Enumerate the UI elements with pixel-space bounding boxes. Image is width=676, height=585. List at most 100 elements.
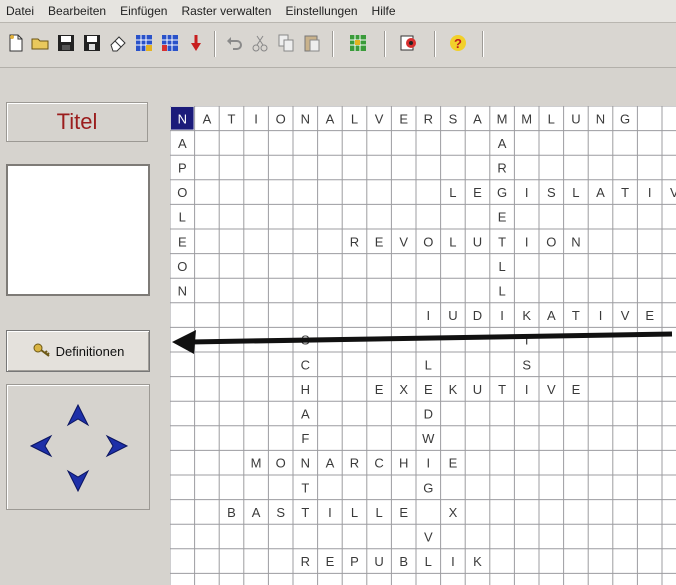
grid-letter[interactable]: A [473, 111, 482, 126]
grid-letter[interactable]: I [451, 554, 455, 569]
grid-letter[interactable]: N [178, 111, 187, 126]
grid-letter[interactable]: L [449, 185, 456, 200]
grid-alt-icon[interactable] [158, 31, 182, 55]
grid-letter[interactable]: R [350, 456, 359, 471]
grid-letter[interactable]: I [525, 234, 529, 249]
arrow-right-icon[interactable] [101, 431, 131, 461]
grid-letter[interactable]: I [254, 111, 258, 126]
grid-letter[interactable]: E [645, 308, 654, 323]
menu-einstellungen[interactable]: Einstellungen [285, 4, 357, 18]
grid-letter[interactable]: N [301, 111, 310, 126]
grid-letter[interactable]: V [424, 530, 433, 545]
arrow-down-icon[interactable] [63, 465, 93, 495]
pin-icon[interactable] [184, 31, 208, 55]
grid-letter[interactable]: R [350, 234, 359, 249]
grid-letter[interactable]: L [351, 505, 358, 520]
grid-letter[interactable]: E [326, 554, 335, 569]
grid-letter[interactable]: K [449, 382, 458, 397]
grid-letter[interactable]: U [473, 382, 482, 397]
grid-letter[interactable]: S [276, 505, 285, 520]
grid-letter[interactable]: E [498, 210, 507, 225]
grid-letter[interactable]: X [449, 505, 458, 520]
grid-letter[interactable]: I [426, 308, 430, 323]
menu-raster-verwalten[interactable]: Raster verwalten [181, 4, 271, 18]
new-document-icon[interactable] [4, 31, 28, 55]
export-icon[interactable] [396, 31, 420, 55]
grid-letter[interactable]: T [621, 185, 629, 200]
grid-letter[interactable]: T [498, 382, 506, 397]
grid-icon[interactable] [132, 31, 156, 55]
puzzle-grid-icon[interactable] [346, 31, 370, 55]
grid-letter[interactable]: N [178, 284, 187, 299]
grid-letter[interactable]: E [572, 382, 581, 397]
undo-icon[interactable] [222, 31, 246, 55]
grid-letter[interactable]: G [423, 480, 433, 495]
grid-letter[interactable]: V [399, 234, 408, 249]
grid-letter[interactable]: L [498, 284, 505, 299]
grid-letter[interactable]: O [546, 234, 556, 249]
grid-letter[interactable]: T [301, 505, 309, 520]
grid-letter[interactable]: S [301, 333, 310, 348]
cut-icon[interactable] [248, 31, 272, 55]
grid-letter[interactable]: A [596, 185, 605, 200]
grid-letter[interactable]: R [497, 161, 506, 176]
grid-letter[interactable]: A [326, 456, 335, 471]
arrow-left-icon[interactable] [27, 431, 57, 461]
grid-letter[interactable]: E [375, 234, 384, 249]
arrow-up-icon[interactable] [63, 401, 93, 431]
grid-letter[interactable]: I [648, 185, 652, 200]
grid-letter[interactable]: R [301, 554, 310, 569]
grid-letter[interactable]: E [424, 382, 433, 397]
eraser-icon[interactable] [106, 31, 130, 55]
grid-letter[interactable]: K [473, 554, 482, 569]
grid-letter[interactable]: U [571, 111, 580, 126]
grid-letter[interactable]: L [179, 210, 186, 225]
grid-letter[interactable]: H [301, 382, 310, 397]
grid-letter[interactable]: L [425, 357, 432, 372]
grid-letter[interactable]: M [251, 456, 262, 471]
grid-letter[interactable]: U [374, 554, 383, 569]
grid-letter[interactable]: N [571, 234, 580, 249]
title-field[interactable]: Titel [6, 102, 148, 142]
grid-letter[interactable]: O [177, 259, 187, 274]
grid-letter[interactable]: T [301, 480, 309, 495]
grid-letter[interactable]: B [399, 554, 408, 569]
menu-einfuegen[interactable]: Einfügen [120, 4, 167, 18]
grid-letter[interactable]: V [547, 382, 556, 397]
grid-letter[interactable]: A [203, 111, 212, 126]
open-folder-icon[interactable] [28, 31, 52, 55]
grid-letter[interactable]: I [328, 505, 332, 520]
menu-hilfe[interactable]: Hilfe [372, 4, 396, 18]
grid-letter[interactable]: D [473, 308, 482, 323]
grid-letter[interactable]: I [525, 382, 529, 397]
grid-letter[interactable]: X [399, 382, 408, 397]
grid-letter[interactable]: C [374, 456, 383, 471]
grid-letter[interactable]: S [547, 185, 556, 200]
grid-letter[interactable]: L [498, 259, 505, 274]
grid-letter[interactable]: I [426, 456, 430, 471]
grid-letter[interactable]: G [497, 185, 507, 200]
copy-icon[interactable] [274, 31, 298, 55]
grid-letter[interactable]: U [448, 308, 457, 323]
grid-letter[interactable]: S [522, 357, 531, 372]
grid-letter[interactable]: A [326, 111, 335, 126]
grid-letter[interactable]: I [599, 308, 603, 323]
grid-letter[interactable]: E [449, 456, 458, 471]
grid-letter[interactable]: A [498, 136, 507, 151]
grid-letter[interactable]: O [276, 111, 286, 126]
grid-letter[interactable]: I [525, 185, 529, 200]
menu-bearbeiten[interactable]: Bearbeiten [48, 4, 106, 18]
grid-letter[interactable]: O [276, 456, 286, 471]
grid-letter[interactable]: L [572, 185, 579, 200]
grid-letter[interactable]: L [351, 111, 358, 126]
grid-letter[interactable]: R [424, 111, 433, 126]
grid-letter[interactable]: E [473, 185, 482, 200]
grid-letter[interactable]: O [177, 185, 187, 200]
grid-letter[interactable]: L [425, 554, 432, 569]
paste-icon[interactable] [300, 31, 324, 55]
grid-letter[interactable]: D [424, 407, 433, 422]
grid-letter[interactable]: H [399, 456, 408, 471]
grid-letter[interactable]: L [375, 505, 382, 520]
grid-letter[interactable]: M [521, 111, 532, 126]
grid-letter[interactable]: V [375, 111, 384, 126]
